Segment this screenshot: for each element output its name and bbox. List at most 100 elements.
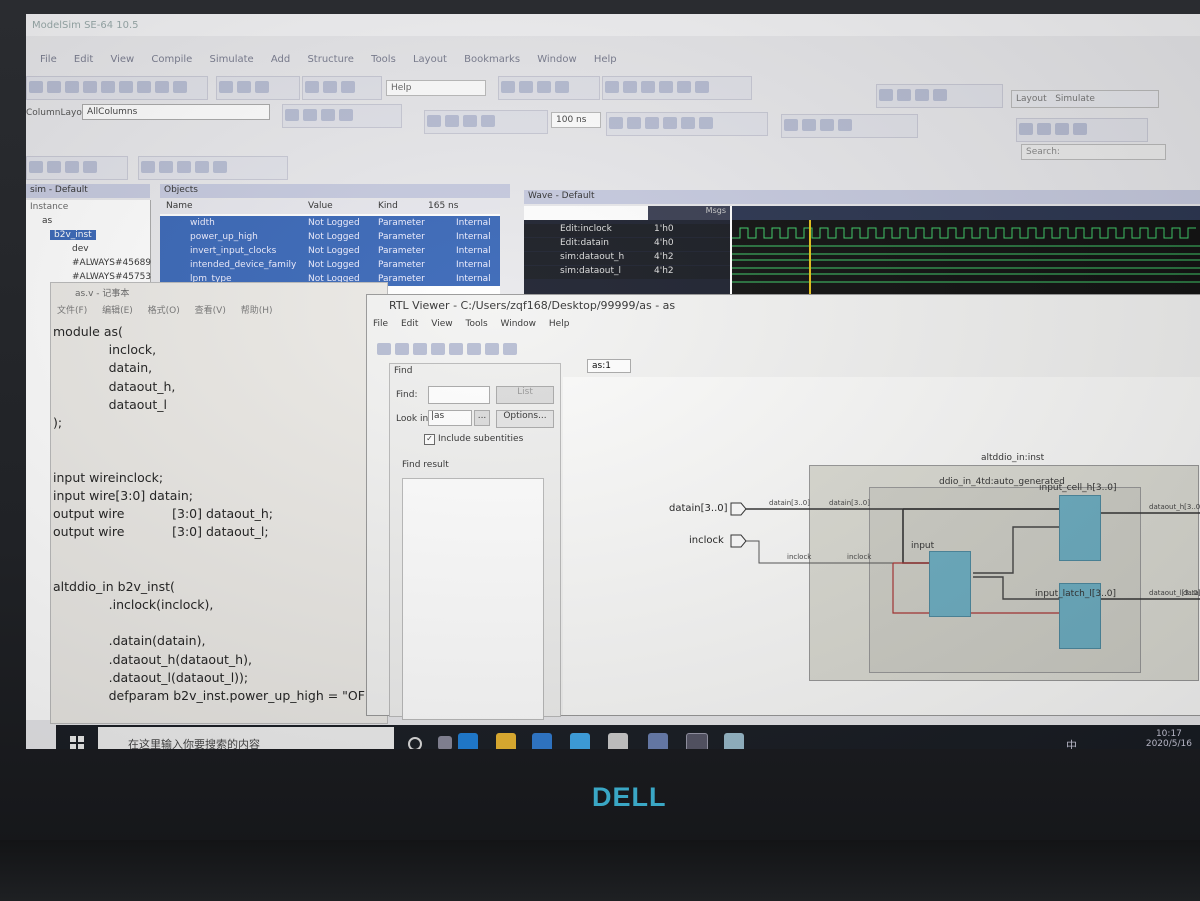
rtl-menu-view[interactable]: View: [431, 319, 452, 329]
list-button[interactable]: List: [496, 386, 554, 404]
zoom-out-wave-icon[interactable]: [47, 161, 61, 173]
break-sim-icon[interactable]: [663, 117, 677, 129]
find-icon[interactable]: [237, 81, 251, 93]
highlight-icon[interactable]: [467, 343, 481, 355]
col-kind[interactable]: Kind: [378, 201, 398, 211]
print-icon[interactable]: [83, 81, 97, 93]
verilog-code[interactable]: module as( inclock, datain, dataout_h, d…: [53, 323, 382, 705]
ime-indicator[interactable]: 中: [1066, 737, 1077, 749]
fit-icon[interactable]: [413, 343, 427, 355]
restart-icon[interactable]: [501, 81, 515, 93]
tree-item-b2v-inst[interactable]: b2v_inst: [50, 230, 96, 240]
wave-mirror-icon[interactable]: [677, 81, 691, 93]
wave-edge-icon[interactable]: [623, 81, 637, 93]
zoom-full-icon[interactable]: [915, 89, 929, 101]
menu-structure[interactable]: Structure: [307, 54, 354, 65]
menu-layout[interactable]: Layout: [413, 54, 447, 65]
bookmark-icon[interactable]: [341, 81, 355, 93]
menu-add[interactable]: Add: [271, 54, 290, 65]
format-icon-4[interactable]: [195, 161, 209, 173]
wave-signal-row[interactable]: Edit:datain 4'h0: [524, 238, 730, 251]
cut-icon[interactable]: [101, 81, 115, 93]
format-icon-2[interactable]: [159, 161, 173, 173]
tree-item-always-2[interactable]: #ALWAYS#45753: [72, 272, 151, 282]
copy-icon[interactable]: [119, 81, 133, 93]
object-row[interactable]: invert_input_clocks Not Logged Parameter…: [160, 244, 500, 258]
task-view-icon[interactable]: [438, 736, 452, 749]
browse-button[interactable]: ...: [474, 410, 490, 426]
input-register[interactable]: [929, 551, 971, 617]
find-wave-icon[interactable]: [83, 161, 97, 173]
menu-simulate[interactable]: Simulate: [210, 54, 254, 65]
tree-item-always-1[interactable]: #ALWAYS#45689: [72, 258, 151, 268]
layout-icon-4[interactable]: [1073, 123, 1087, 135]
menu-view[interactable]: View: [110, 54, 134, 65]
menu-file[interactable]: File: [40, 54, 57, 65]
save-icon[interactable]: [65, 81, 79, 93]
rtl-menu-edit[interactable]: Edit: [401, 319, 418, 329]
add-dataflow-icon[interactable]: [339, 109, 353, 121]
wave-signal-row[interactable]: sim:dataout_l 4'h2: [524, 266, 730, 279]
back-icon[interactable]: [463, 115, 477, 127]
wave-cursor[interactable]: [809, 220, 811, 304]
wave-invert-icon[interactable]: [659, 81, 673, 93]
wave-stretch-icon[interactable]: [641, 81, 655, 93]
taskbar-clock[interactable]: 10:17 2020/5/16: [1146, 729, 1192, 749]
start-button[interactable]: [70, 735, 84, 749]
zoom-out-icon[interactable]: [897, 89, 911, 101]
add-log-icon[interactable]: [321, 109, 335, 121]
add-list-icon[interactable]: [303, 109, 317, 121]
rtl-menu-help[interactable]: Help: [549, 319, 570, 329]
layout-icon-2[interactable]: [1037, 123, 1051, 135]
include-subentities-checkbox[interactable]: ✓: [424, 434, 435, 445]
step-back-icon[interactable]: [820, 119, 834, 131]
layout-icon-1[interactable]: [1019, 123, 1033, 135]
mail-icon[interactable]: [532, 733, 552, 749]
tree-item-dev[interactable]: dev: [72, 244, 89, 254]
np-menu-help[interactable]: 帮助(H): [241, 306, 273, 316]
np-menu-edit[interactable]: 编辑(E): [102, 306, 133, 316]
column-layout-select[interactable]: AllColumns: [82, 104, 270, 120]
np-menu-format[interactable]: 格式(O): [148, 306, 180, 316]
wave-signal-row[interactable]: Edit:inclock 1'h0: [524, 224, 730, 237]
zoom-cursor-icon[interactable]: [933, 89, 947, 101]
rtl-menu-tools[interactable]: Tools: [465, 319, 487, 329]
menu-tools[interactable]: Tools: [371, 54, 396, 65]
zoom-icon[interactable]: [255, 81, 269, 93]
rtl-menu-file[interactable]: File: [373, 319, 388, 329]
notepad-icon[interactable]: [724, 733, 744, 749]
look-in-input[interactable]: |as: [428, 410, 472, 426]
zoom-in-icon[interactable]: [879, 89, 893, 101]
object-row[interactable]: width Not Logged Parameter Internal: [160, 216, 500, 230]
wave-search[interactable]: Search:: [1021, 144, 1166, 160]
ie-icon[interactable]: [570, 733, 590, 749]
step-forward-icon[interactable]: [838, 119, 852, 131]
hierarchy-icon[interactable]: [503, 343, 517, 355]
object-row[interactable]: intended_device_family Not Logged Parame…: [160, 258, 500, 272]
open-icon[interactable]: [47, 81, 61, 93]
schematic-canvas[interactable]: altddio_in:inst ddio_in_4td:auto_generat…: [563, 377, 1200, 715]
store-icon[interactable]: [608, 733, 628, 749]
np-menu-view[interactable]: 查看(V): [195, 306, 226, 316]
format-icon-5[interactable]: [213, 161, 227, 173]
col-name[interactable]: Name: [166, 201, 193, 211]
break-icon[interactable]: [305, 81, 319, 93]
expand-icon[interactable]: [485, 343, 499, 355]
menu-bookmarks[interactable]: Bookmarks: [464, 54, 520, 65]
edge-icon[interactable]: [458, 733, 478, 749]
add-wave-icon[interactable]: [285, 109, 299, 121]
zoom-in-wave-icon[interactable]: [29, 161, 43, 173]
object-row[interactable]: power_up_high Not Logged Parameter Inter…: [160, 230, 500, 244]
tree-item-as[interactable]: as: [42, 216, 52, 226]
find-result-list[interactable]: [402, 478, 544, 720]
zoom-rtl-icon[interactable]: [431, 343, 445, 355]
stop-sim-icon[interactable]: [681, 117, 695, 129]
quartus-icon[interactable]: [648, 733, 668, 749]
layout-icon-3[interactable]: [1055, 123, 1069, 135]
hand-icon[interactable]: [395, 343, 409, 355]
cortana-icon[interactable]: [408, 737, 422, 749]
forward-icon[interactable]: [481, 115, 495, 127]
zoom-fit-icon[interactable]: [65, 161, 79, 173]
undo-icon[interactable]: [155, 81, 169, 93]
menu-compile[interactable]: Compile: [151, 54, 192, 65]
